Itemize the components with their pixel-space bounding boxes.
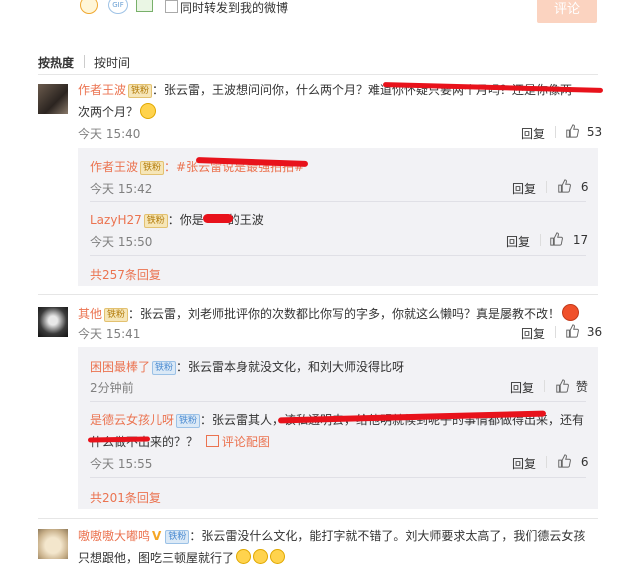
fan-badge[interactable]: 铁粉 xyxy=(176,414,201,428)
fan-badge[interactable]: 铁粉 xyxy=(152,361,177,375)
reply-button[interactable]: 回复 xyxy=(512,455,536,472)
fan-badge[interactable]: 铁粉 xyxy=(104,308,129,322)
action-separator xyxy=(544,380,545,392)
action-separator xyxy=(540,234,541,246)
reply-time: 今天 15:42 xyxy=(90,182,153,196)
action-separator xyxy=(555,326,556,338)
submit-comment-label: 评论 xyxy=(553,2,580,17)
thumbs-up-icon xyxy=(558,454,571,468)
emoji-icon xyxy=(140,103,157,119)
comment-3-line-2: 只想跟他，图吃三顿屋就行了 xyxy=(78,549,286,566)
vip-icon: V xyxy=(152,529,162,543)
comment-divider xyxy=(38,518,598,519)
image-icon xyxy=(205,435,219,447)
reply-time: 2分钟前 xyxy=(90,381,134,395)
reply-user[interactable]: LazyH27 xyxy=(90,213,142,227)
like-count: 53 xyxy=(586,125,603,139)
comment-image-link[interactable]: 评论配图 xyxy=(222,435,270,449)
like-button[interactable]: 6 xyxy=(557,179,588,194)
comment-colon: ： xyxy=(152,83,165,97)
comment-text: ：张云雷，刘老师批评你的次数都比你写的字多，你就这么懒吗？真是屡教不改！ xyxy=(128,307,561,321)
comment-user[interactable]: 其他 xyxy=(78,307,102,321)
comment-time: 今天 15:41 xyxy=(78,327,141,341)
comment-text: ：张云雷没什么文化，能打字就不错了。刘大师要求太高了，我们德云女孩 xyxy=(189,529,586,543)
thumbs-up-icon xyxy=(558,179,571,193)
like-button[interactable]: 53 xyxy=(565,124,602,139)
reply-divider xyxy=(90,401,586,402)
praise-label: 赞 xyxy=(575,380,588,394)
reply-button[interactable]: 回复 xyxy=(506,233,530,250)
comment-text: 次两个月？ xyxy=(78,105,139,119)
comment-text: 只想跟他，图吃三顿屋就行了 xyxy=(78,551,235,565)
more-replies-link[interactable]: 共201条回复 xyxy=(90,489,161,506)
reply-divider xyxy=(90,201,586,202)
like-count: 17 xyxy=(572,233,589,247)
fan-badge[interactable]: 铁粉 xyxy=(165,530,190,544)
like-count: 36 xyxy=(586,325,603,339)
comment-1-line-2: 次两个月？ xyxy=(78,103,157,120)
reply-text: ：你是 xyxy=(167,213,204,227)
angry-emoji-icon xyxy=(562,304,580,321)
like-count: 6 xyxy=(580,180,589,194)
reply-user[interactable]: 是德云女孩儿呀 xyxy=(90,413,174,427)
like-button[interactable]: 赞 xyxy=(555,378,588,395)
reply-user[interactable]: 作者王波 xyxy=(90,160,138,174)
thumbs-up-icon xyxy=(566,324,579,338)
fan-badge[interactable]: 铁粉 xyxy=(143,214,168,228)
comment-user[interactable]: 嗷嗷嗷大嘟鸣 xyxy=(78,529,150,543)
fan-badge[interactable]: 铁粉 xyxy=(140,161,165,175)
reply-divider xyxy=(90,255,586,256)
sort-divider xyxy=(38,74,598,75)
action-separator xyxy=(546,181,547,193)
avatar[interactable] xyxy=(38,307,68,337)
comment-3-line-1: 嗷嗷嗷大嘟鸣 V 铁粉 ：张云雷没什么文化，能打字就不错了。刘大师要求太高了，我们德云… xyxy=(78,527,585,544)
more-replies-link[interactable]: 共257条回复 xyxy=(90,266,161,283)
thumbs-up-icon xyxy=(566,124,579,138)
fan-badge[interactable]: 铁粉 xyxy=(128,84,153,98)
reply-time: 今天 15:50 xyxy=(90,235,153,249)
thumbs-up-icon xyxy=(550,232,563,246)
reply-1-line: 困困最棒了 铁粉 ：张云雷本身就没文化，和刘大师没得比呀 xyxy=(90,358,404,375)
reply-button[interactable]: 回复 xyxy=(510,379,534,396)
submit-comment-button[interactable]: 评论 xyxy=(537,0,597,23)
avatar[interactable] xyxy=(38,84,68,114)
reply-divider xyxy=(90,477,586,478)
thumbs-up-icon xyxy=(556,379,569,393)
like-count: 6 xyxy=(580,455,589,469)
emoji-icon[interactable] xyxy=(80,0,98,14)
action-separator xyxy=(546,456,547,468)
redaction-mark xyxy=(203,214,233,223)
like-button[interactable]: 6 xyxy=(557,454,588,469)
sort-separator xyxy=(84,55,85,68)
sort-by-time-tab[interactable]: 按时间 xyxy=(94,54,130,71)
comment-time: 今天 15:40 xyxy=(78,127,141,141)
reply-2-line: LazyH27 铁粉 ：你是 的王波 xyxy=(90,211,264,228)
forward-label: 同时转发到我的微博 xyxy=(180,1,289,15)
comment-user[interactable]: 作者王波 xyxy=(78,83,126,97)
like-button[interactable]: 36 xyxy=(565,324,602,339)
reply-button[interactable]: 回复 xyxy=(521,325,545,342)
sort-by-hot-tab[interactable]: 按热度 xyxy=(38,54,74,71)
forward-checkbox[interactable] xyxy=(165,0,178,13)
avatar[interactable] xyxy=(38,529,68,559)
reply-time: 今天 15:55 xyxy=(90,457,153,471)
like-button[interactable]: 17 xyxy=(549,232,588,247)
image-icon[interactable] xyxy=(136,0,153,12)
gif-icon[interactable]: GIF xyxy=(108,0,128,14)
comment-2-line-1: 其他 铁粉 ：张云雷，刘老师批评你的次数都比你写的字多，你就这么懒吗？真是屡教不改！ xyxy=(78,304,580,322)
reply-button[interactable]: 回复 xyxy=(512,180,536,197)
reply-text: ：张云雷本身就没文化，和刘大师没得比呀 xyxy=(176,360,405,374)
action-separator xyxy=(555,126,556,138)
reply-user[interactable]: 困困最棒了 xyxy=(90,360,150,374)
comment-divider xyxy=(38,294,598,295)
reply-text: 的王波 xyxy=(227,213,264,227)
reply-button[interactable]: 回复 xyxy=(521,125,545,142)
